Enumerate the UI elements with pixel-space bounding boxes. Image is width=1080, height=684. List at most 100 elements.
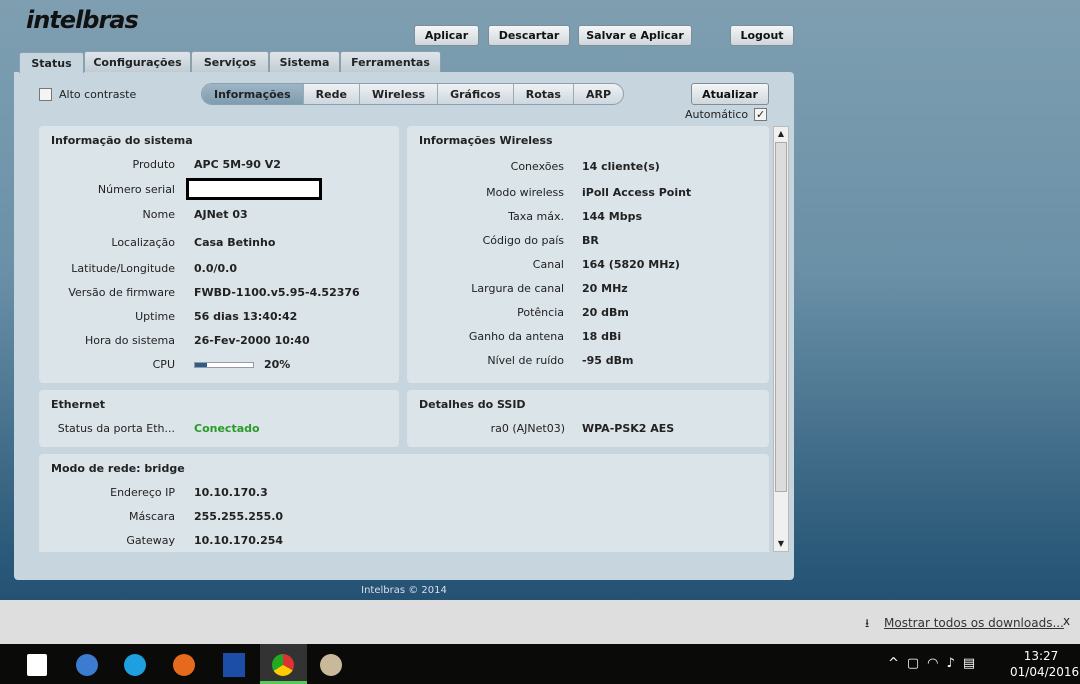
scrollbar[interactable]: ▲ ▼ <box>773 126 789 552</box>
subtab-rede[interactable]: Rede <box>304 84 360 104</box>
subtab-graficos[interactable]: Gráficos <box>438 84 514 104</box>
high-contrast-checkbox[interactable] <box>39 88 52 101</box>
clock-time: 13:27 <box>1023 649 1059 663</box>
system-label: CPU <box>152 358 175 371</box>
wireless-label: Código do país <box>482 234 564 247</box>
wireless-label: Modo wireless <box>486 186 564 199</box>
wireless-label: Ganho da antena <box>468 330 564 343</box>
ethernet-status-label: Status da porta Eth... <box>57 422 175 435</box>
wireless-value: 164 (5820 MHz) <box>582 258 680 271</box>
tray-icons[interactable]: ^▢◠♪▤ <box>888 656 983 671</box>
serial-redacted-box <box>186 178 322 200</box>
system-row: Hora do sistema 26-Fev-2000 10:40 <box>39 334 399 347</box>
high-contrast-toggle[interactable]: Alto contraste <box>39 88 136 101</box>
wireless-row: Canal 164 (5820 MHz) <box>407 258 769 271</box>
refresh-button[interactable]: Atualizar <box>691 83 769 105</box>
wireless-value: 20 dBm <box>582 306 629 319</box>
logout-button[interactable]: Logout <box>730 25 794 46</box>
automatic-checkbox[interactable]: ✓ <box>754 108 768 121</box>
subtab-arp[interactable]: ARP <box>574 84 623 104</box>
paint-icon[interactable] <box>320 654 342 676</box>
system-label: Localização <box>111 236 175 249</box>
ssid-value: WPA-PSK2 AES <box>582 422 675 435</box>
ssid-title: Detalhes do SSID <box>419 398 526 411</box>
firefox-icon[interactable] <box>173 654 195 676</box>
scroll-thumb[interactable] <box>775 142 787 492</box>
download-icon: ⭳ <box>865 616 870 630</box>
network-row: Gateway 10.10.170.254 <box>39 534 769 547</box>
store-icon[interactable] <box>27 654 47 676</box>
intelbras-logo: intelbras <box>26 6 139 34</box>
network-value: 10.10.170.254 <box>194 534 284 547</box>
system-row: Localização Casa Betinho <box>39 236 399 249</box>
subtab-wireless[interactable]: Wireless <box>360 84 439 104</box>
tab-status[interactable]: Status <box>19 52 84 73</box>
network-mode-title: Modo de rede: bridge <box>51 462 185 475</box>
ethernet-title: Ethernet <box>51 398 106 411</box>
wireless-row: Modo wireless iPoll Access Point <box>407 186 769 199</box>
wireless-value: iPoll Access Point <box>582 186 692 199</box>
network-label: Endereço IP <box>110 486 175 499</box>
scroll-up-icon[interactable]: ▲ <box>774 127 788 141</box>
system-row: Número serial <box>39 178 399 200</box>
wireless-value: 144 Mbps <box>582 210 643 223</box>
system-label: Hora do sistema <box>84 334 175 347</box>
cpu-progress-fill <box>195 363 207 367</box>
tab-sistema[interactable]: Sistema <box>269 51 340 72</box>
wireless-row: Ganho da antena 18 dBi <box>407 330 769 343</box>
system-row: Nome AJNet 03 <box>39 208 399 221</box>
high-contrast-label: Alto contraste <box>59 88 137 101</box>
close-downloads-button[interactable]: x <box>1063 614 1070 628</box>
network-mode-card: Modo de rede: bridge Endereço IP 10.10.17… <box>39 454 769 552</box>
system-label: Versão de firmware <box>68 286 175 299</box>
cpu-progress-bar <box>194 362 254 368</box>
wireless-row: Largura de canal 20 MHz <box>407 282 769 295</box>
apply-button[interactable]: Aplicar <box>414 25 479 46</box>
system-info-title: Informação do sistema <box>51 134 193 147</box>
taskbar: ^▢◠♪▤ 13:27 01/04/2016 <box>0 644 1080 684</box>
system-value: APC 5M-90 V2 <box>194 158 281 171</box>
show-all-downloads-link[interactable]: Mostrar todos os downloads... <box>884 616 1064 630</box>
system-value: 0.0/0.0 <box>194 262 237 275</box>
app-icon[interactable] <box>223 653 245 677</box>
system-label: Latitude/Longitude <box>71 262 175 275</box>
wireless-label: Potência <box>517 306 564 319</box>
subtab-rotas[interactable]: Rotas <box>514 84 574 104</box>
subtab-bar: Informações Rede Wireless Gráficos Rotas… <box>201 83 625 105</box>
network-value: 10.10.170.3 <box>194 486 268 499</box>
discard-button[interactable]: Descartar <box>488 25 570 46</box>
network-row: Máscara 255.255.255.0 <box>39 510 769 523</box>
wireless-row: Conexões 14 cliente(s) <box>407 160 769 173</box>
tab-configuracoes[interactable]: Configurações <box>84 51 191 72</box>
tab-servicos[interactable]: Serviços <box>191 51 269 72</box>
wireless-label: Canal <box>532 258 564 271</box>
tab-ferramentas[interactable]: Ferramentas <box>340 51 441 72</box>
system-value: FWBD-1100.v5.95-4.52376 <box>194 286 360 299</box>
system-row: CPU 20% <box>39 358 399 371</box>
winbox-icon[interactable] <box>76 654 98 676</box>
content-scroll-area: Informação do sistema Produto APC 5M-90 V… <box>39 126 769 552</box>
clock[interactable]: 13:27 01/04/2016 <box>1010 648 1080 680</box>
automatic-toggle[interactable]: Automático ✓ <box>685 108 768 121</box>
system-label: Produto <box>132 158 175 171</box>
chrome-taskbar-button[interactable] <box>260 644 307 684</box>
skype-icon[interactable] <box>124 654 146 676</box>
clock-date: 01/04/2016 <box>1010 665 1080 679</box>
scroll-down-icon[interactable]: ▼ <box>774 537 788 551</box>
ssid-card: Detalhes do SSID ra0 (AJNet03) WPA-PSK2 … <box>407 390 769 447</box>
footer-copyright: Intelbras © 2014 <box>361 585 447 596</box>
wireless-value: BR <box>582 234 599 247</box>
wireless-value: 18 dBi <box>582 330 622 343</box>
save-apply-button[interactable]: Salvar e Aplicar <box>578 25 692 46</box>
wireless-label: Largura de canal <box>471 282 564 295</box>
wireless-row: Nível de ruído -95 dBm <box>407 354 769 367</box>
network-row: Endereço IP 10.10.170.3 <box>39 486 769 499</box>
system-row: Produto APC 5M-90 V2 <box>39 158 399 171</box>
subtab-informacoes[interactable]: Informações <box>202 84 304 104</box>
network-label: Gateway <box>126 534 175 547</box>
ssid-label: ra0 (AJNet03) <box>490 422 565 435</box>
chrome-icon <box>272 654 294 676</box>
wireless-label: Conexões <box>510 160 564 173</box>
ethernet-card: Ethernet Status da porta Eth... Conectad… <box>39 390 399 447</box>
system-label: Uptime <box>135 310 175 323</box>
